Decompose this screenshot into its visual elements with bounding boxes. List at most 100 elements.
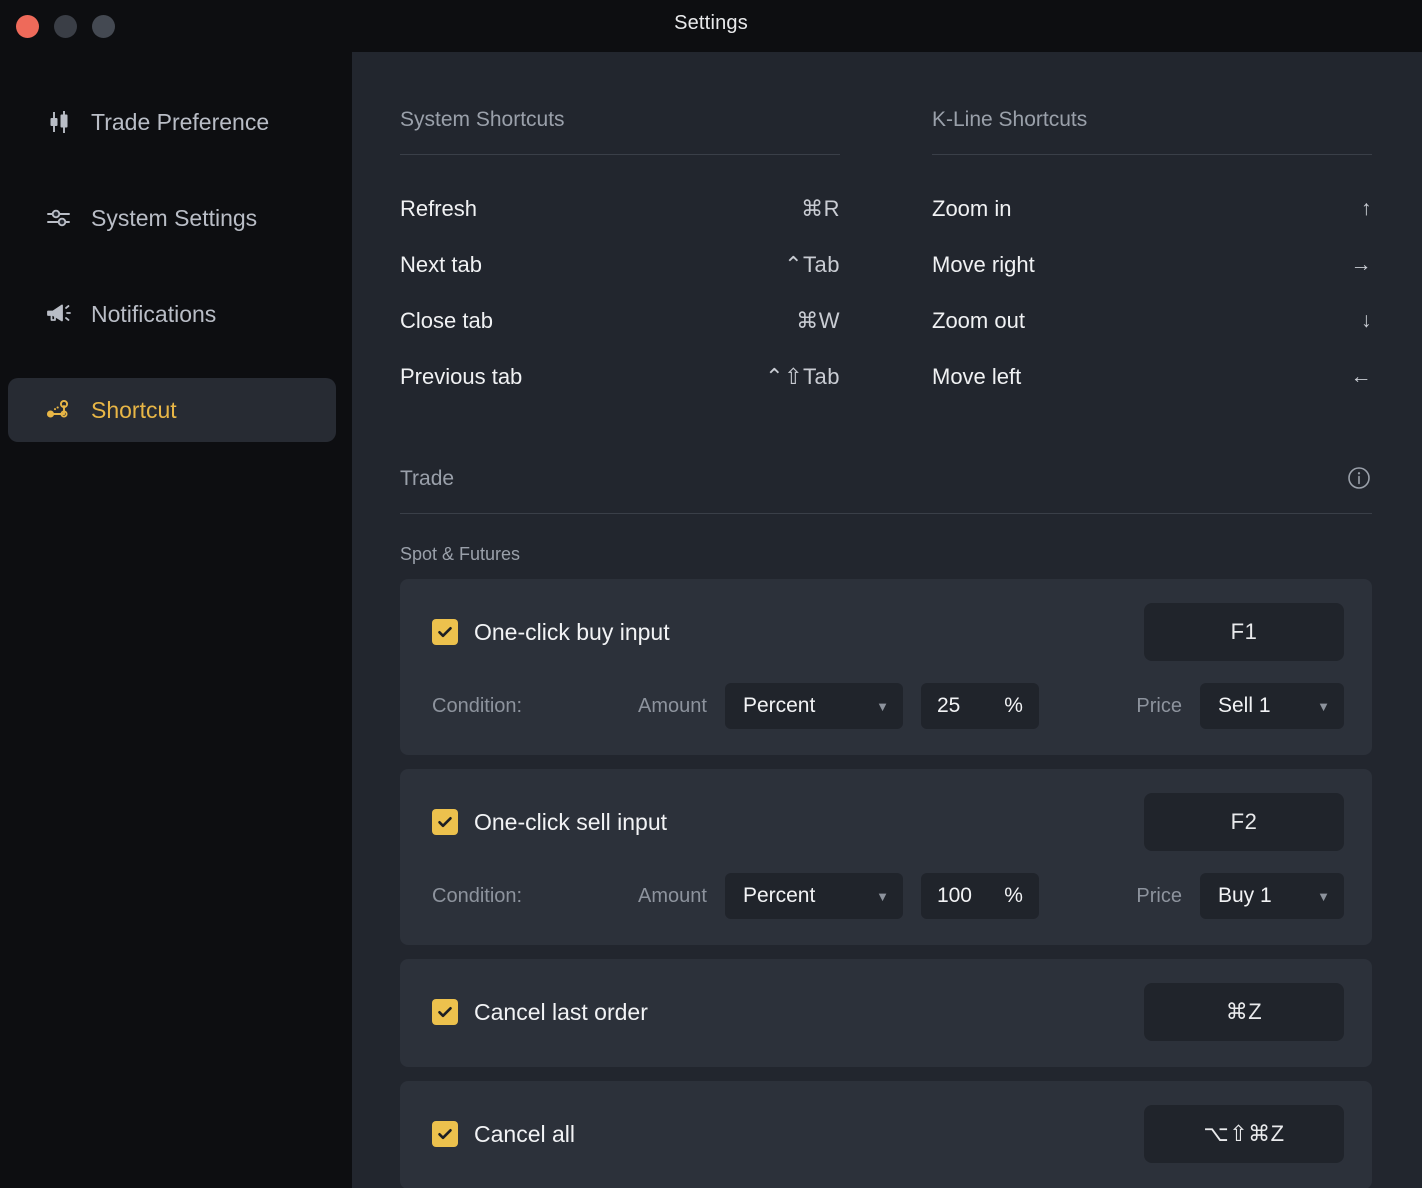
sidebar-item-label: Trade Preference — [91, 109, 269, 136]
window-title: Settings — [0, 12, 1422, 35]
amount-value-input[interactable]: 100 % — [921, 873, 1039, 919]
shortcut-row[interactable]: Move left ← — [932, 349, 1372, 405]
sidebar-item-system-settings[interactable]: System Settings — [8, 186, 336, 250]
megaphone-icon — [44, 299, 74, 329]
chevron-down-icon: ▼ — [876, 699, 889, 714]
kline-shortcuts-list: Zoom in ↑ Move right → Zoom out ↓ Move — [932, 181, 1372, 405]
settings-window: Settings Trade Preference — [0, 0, 1422, 1188]
trade-section-header: Trade — [400, 465, 1372, 514]
shortcut-keys: ⌃⇧Tab — [765, 364, 840, 390]
shortcut-row[interactable]: Zoom out ↓ — [932, 293, 1372, 349]
checkbox-checked-icon[interactable] — [432, 1121, 458, 1147]
condition-label: Condition: — [432, 885, 638, 908]
checkbox-checked-icon[interactable] — [432, 619, 458, 645]
shortcut-action: Previous tab — [400, 364, 522, 390]
shortcut-keys: → — [1351, 253, 1373, 277]
shortcut-card: Cancel last order ⌘Z — [400, 959, 1372, 1067]
system-shortcuts-column: System Shortcuts Refresh ⌘R Next tab ⌃Ta… — [400, 108, 840, 405]
card-header: One-click sell input F2 — [432, 793, 1344, 851]
info-circle-icon[interactable] — [1346, 465, 1372, 491]
amount-type-value: Percent — [743, 884, 815, 908]
amount-type-value: Percent — [743, 694, 815, 718]
amount-label: Amount — [638, 695, 707, 718]
window-body: Trade Preference System Settings — [0, 52, 1422, 1188]
trade-heading: Trade — [400, 467, 454, 491]
kline-shortcuts-heading: K-Line Shortcuts — [932, 108, 1372, 155]
percent-unit: % — [1004, 694, 1023, 718]
shortcut-keys: ⌃Tab — [784, 252, 840, 278]
shortcut-keys: ↓ — [1361, 309, 1372, 333]
card-toggle[interactable]: Cancel last order — [432, 999, 648, 1026]
card-header: Cancel last order ⌘Z — [432, 983, 1344, 1041]
price-value: Sell 1 — [1218, 694, 1271, 718]
keycap-button[interactable]: ⌥⇧⌘Z — [1144, 1105, 1344, 1163]
shortcut-row[interactable]: Move right → — [932, 237, 1372, 293]
card-label: Cancel last order — [474, 999, 648, 1026]
shortcut-row[interactable]: Next tab ⌃Tab — [400, 237, 840, 293]
shortcut-row[interactable]: Close tab ⌘W — [400, 293, 840, 349]
shortcut-keys: ⌘W — [796, 308, 840, 334]
titlebar: Settings — [0, 0, 1422, 52]
sidebar-item-notifications[interactable]: Notifications — [8, 282, 336, 346]
card-label: Cancel all — [474, 1121, 575, 1148]
card-label: One-click buy input — [474, 619, 670, 646]
amount-value: 100 — [937, 884, 972, 908]
shortcut-card: One-click buy input F1 Condition: Amount… — [400, 579, 1372, 755]
spot-futures-subheading: Spot & Futures — [400, 544, 1372, 565]
shortcut-row[interactable]: Refresh ⌘R — [400, 181, 840, 237]
shortcut-action: Move left — [932, 364, 1021, 390]
card-header: One-click buy input F1 — [432, 603, 1344, 661]
nodes-icon — [44, 395, 74, 425]
shortcut-action: Refresh — [400, 196, 477, 222]
candlestick-icon — [44, 107, 74, 137]
card-toggle[interactable]: One-click sell input — [432, 809, 667, 836]
system-shortcuts-heading: System Shortcuts — [400, 108, 840, 155]
chevron-down-icon: ▼ — [1317, 889, 1330, 904]
sidebar-item-shortcut[interactable]: Shortcut — [8, 378, 336, 442]
shortcut-row[interactable]: Previous tab ⌃⇧Tab — [400, 349, 840, 405]
price-group: Price Sell 1 ▼ — [1136, 683, 1344, 729]
amount-type-select[interactable]: Percent ▼ — [725, 683, 903, 729]
price-label: Price — [1136, 695, 1182, 718]
shortcut-row[interactable]: Zoom in ↑ — [932, 181, 1372, 237]
shortcut-keys: ↑ — [1361, 197, 1372, 221]
amount-type-select[interactable]: Percent ▼ — [725, 873, 903, 919]
price-group: Price Buy 1 ▼ — [1136, 873, 1344, 919]
card-label: One-click sell input — [474, 809, 667, 836]
price-select[interactable]: Sell 1 ▼ — [1200, 683, 1344, 729]
kline-shortcuts-column: K-Line Shortcuts Zoom in ↑ Move right → … — [932, 108, 1372, 405]
card-header: Cancel all ⌥⇧⌘Z — [432, 1105, 1344, 1163]
shortcut-action: Move right — [932, 252, 1035, 278]
shortcut-action: Next tab — [400, 252, 482, 278]
sliders-icon — [44, 203, 74, 233]
keycap-button[interactable]: ⌘Z — [1144, 983, 1344, 1041]
card-toggle[interactable]: Cancel all — [432, 1121, 575, 1148]
sidebar-item-label: Shortcut — [91, 397, 177, 424]
sidebar-item-label: System Settings — [91, 205, 257, 232]
price-label: Price — [1136, 885, 1182, 908]
chevron-down-icon: ▼ — [1317, 699, 1330, 714]
system-shortcuts-list: Refresh ⌘R Next tab ⌃Tab Close tab ⌘W — [400, 181, 840, 405]
shortcut-action: Zoom out — [932, 308, 1025, 334]
shortcut-keys: ⌘R — [801, 196, 840, 222]
card-condition-row: Condition: Amount Percent ▼ 100 % Price — [432, 873, 1344, 919]
keycap-button[interactable]: F2 — [1144, 793, 1344, 851]
price-value: Buy 1 — [1218, 884, 1272, 908]
condition-label: Condition: — [432, 695, 638, 718]
percent-unit: % — [1004, 884, 1023, 908]
shortcut-action: Zoom in — [932, 196, 1011, 222]
main-panel: System Shortcuts Refresh ⌘R Next tab ⌃Ta… — [352, 52, 1422, 1188]
checkbox-checked-icon[interactable] — [432, 999, 458, 1025]
shortcut-card: One-click sell input F2 Condition: Amoun… — [400, 769, 1372, 945]
checkbox-checked-icon[interactable] — [432, 809, 458, 835]
amount-label: Amount — [638, 885, 707, 908]
amount-value-input[interactable]: 25 % — [921, 683, 1039, 729]
card-condition-row: Condition: Amount Percent ▼ 25 % Price — [432, 683, 1344, 729]
shortcut-action: Close tab — [400, 308, 493, 334]
chevron-down-icon: ▼ — [876, 889, 889, 904]
sidebar-item-trade-preference[interactable]: Trade Preference — [8, 90, 336, 154]
keycap-button[interactable]: F1 — [1144, 603, 1344, 661]
card-toggle[interactable]: One-click buy input — [432, 619, 670, 646]
sidebar: Trade Preference System Settings — [0, 52, 352, 1188]
price-select[interactable]: Buy 1 ▼ — [1200, 873, 1344, 919]
